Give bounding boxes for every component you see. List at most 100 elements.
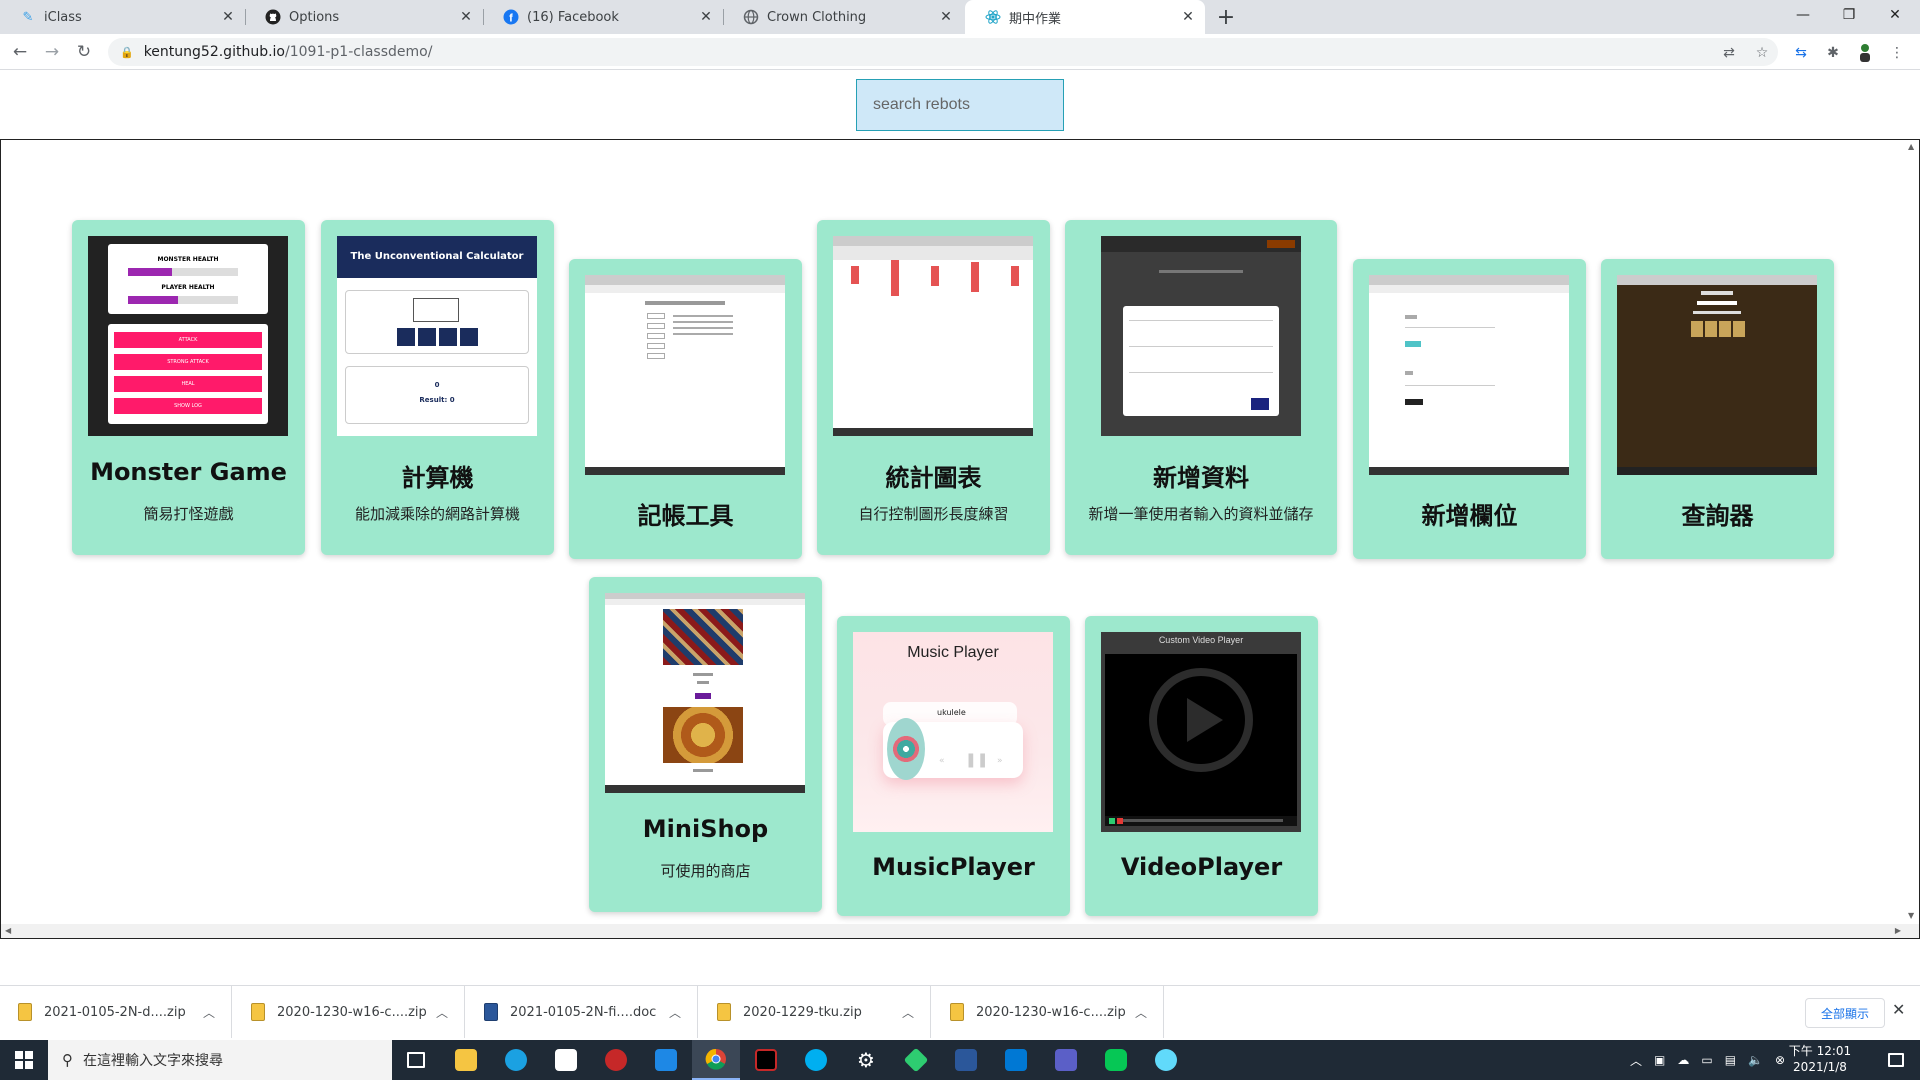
store-icon[interactable]	[542, 1040, 590, 1080]
taskbar-search-placeholder: 在這裡輸入文字來搜尋	[83, 1053, 223, 1069]
card-description: 新增一筆使用者輸入的資料並儲存	[1088, 505, 1314, 523]
chrome-icon[interactable]	[692, 1040, 740, 1080]
tray-device-icon[interactable]: ▣	[1654, 1053, 1665, 1067]
download-item[interactable]: 2021-0105-2N-d....zip ︿	[0, 986, 232, 1038]
chevron-up-icon[interactable]: ︿	[902, 1004, 914, 1021]
translate-extension-icon[interactable]: ⇆	[1790, 42, 1812, 64]
edge-icon[interactable]	[492, 1040, 540, 1080]
download-item[interactable]: 2020-1229-tku.zip ︿	[699, 986, 931, 1038]
word-icon[interactable]	[942, 1040, 990, 1080]
download-filename: 2020-1230-w16-c....zip	[277, 1004, 427, 1020]
download-item[interactable]: 2021-0105-2N-fi....doc ︿	[466, 986, 698, 1038]
minimize-icon[interactable]: —	[1780, 0, 1826, 30]
facebook-icon: f	[503, 9, 519, 25]
card-expense-tool[interactable]: 記帳工具	[569, 259, 802, 559]
download-bar: 2021-0105-2N-d....zip ︿ 2020-1230-w16-c.…	[0, 985, 1920, 1038]
taskbar-clock[interactable]: 下午 12:01 2021/1/8	[1780, 1043, 1860, 1075]
address-bar[interactable]: 🔒 kentung52.github.io/1091-p1-classdemo/	[108, 38, 1778, 66]
back-icon[interactable]: ←	[8, 40, 32, 64]
translate-icon[interactable]: ⇄	[1718, 42, 1740, 64]
new-tab-button[interactable]: +	[1213, 4, 1239, 30]
close-tab-icon[interactable]: ✕	[937, 8, 955, 26]
clock-time: 下午 12:01	[1788, 1044, 1852, 1058]
card-title: VideoPlayer	[1120, 853, 1283, 881]
chevron-up-icon[interactable]: ︿	[436, 1004, 448, 1021]
git-app-icon[interactable]	[892, 1040, 940, 1080]
mail-icon[interactable]	[642, 1040, 690, 1080]
volume-icon[interactable]: 🔈	[1748, 1053, 1763, 1067]
restore-icon[interactable]: ❐	[1826, 0, 1872, 30]
card-query[interactable]: 查詢器	[1601, 259, 1834, 559]
tray-onedrive-icon[interactable]: ☁	[1677, 1053, 1689, 1067]
chart-screenshot	[833, 236, 1033, 436]
zip-file-icon	[18, 1003, 32, 1021]
github-icon	[265, 9, 281, 25]
vertical-scrollbar[interactable]: ▲ ▼	[1905, 140, 1919, 938]
globe-icon	[743, 9, 759, 25]
card-title: MiniShop	[642, 815, 769, 843]
monster-game-screenshot: MONSTER HEALTH PLAYER HEALTH ATTACK STRO…	[88, 236, 288, 436]
card-add-field[interactable]: 新增欄位	[1353, 259, 1586, 559]
tab-iclass[interactable]: ✎ iClass ✕	[0, 0, 246, 34]
download-item[interactable]: 2020-1230-w16-c....zip ︿	[932, 986, 1164, 1038]
tab-active[interactable]: 期中作業 ✕	[965, 0, 1205, 34]
close-tab-icon[interactable]: ✕	[1179, 8, 1197, 26]
play-icon	[1149, 668, 1253, 772]
media-app-icon[interactable]	[742, 1040, 790, 1080]
card-title: Monster Game	[90, 458, 287, 486]
chevron-up-icon[interactable]: ︿	[203, 1004, 215, 1021]
settings-gear-icon[interactable]: ⚙	[842, 1040, 890, 1080]
card-title: MusicPlayer	[872, 853, 1035, 881]
notifications-icon[interactable]	[1872, 1040, 1920, 1080]
teams-icon[interactable]	[1042, 1040, 1090, 1080]
show-all-downloads-button[interactable]: 全部顯示	[1805, 998, 1885, 1028]
close-tab-icon[interactable]: ✕	[219, 8, 237, 26]
card-music-player[interactable]: Music Player ukulele « ❚❚ » MusicPlayer	[837, 616, 1070, 916]
tray-chevron-icon[interactable]: ︿	[1630, 1052, 1642, 1069]
vscode-icon[interactable]	[992, 1040, 1040, 1080]
reload-icon[interactable]: ↻	[72, 40, 96, 64]
game-app-icon[interactable]	[592, 1040, 640, 1080]
tab-crown-clothing[interactable]: Crown Clothing ✕	[723, 0, 963, 34]
tab-label: Options	[289, 9, 340, 25]
battery-icon[interactable]: ▭	[1701, 1053, 1712, 1067]
card-description: 可使用的商店	[660, 862, 751, 880]
download-filename: 2021-0105-2N-d....zip	[44, 1004, 186, 1020]
tab-facebook[interactable]: f (16) Facebook ✕	[483, 0, 724, 34]
profile-avatar[interactable]	[1854, 42, 1876, 64]
chevron-up-icon[interactable]: ︿	[669, 1004, 681, 1021]
react-icon	[985, 9, 1001, 25]
tab-label: Crown Clothing	[767, 9, 867, 25]
skype-icon[interactable]	[792, 1040, 840, 1080]
windows-start-icon[interactable]	[0, 1040, 48, 1080]
card-add-data[interactable]: 新增資料 新增一筆使用者輸入的資料並儲存	[1065, 220, 1337, 555]
horizontal-scrollbar[interactable]: ◀ ▶	[1, 924, 1919, 938]
chevron-up-icon[interactable]: ︿	[1135, 1004, 1147, 1021]
close-tab-icon[interactable]: ✕	[457, 8, 475, 26]
url-path: /1091-p1-classdemo/	[285, 44, 433, 60]
window-close-icon[interactable]: ✕	[1872, 0, 1918, 30]
file-explorer-icon[interactable]	[442, 1040, 490, 1080]
card-minishop[interactable]: MiniShop 可使用的商店	[589, 577, 822, 912]
card-monster-game[interactable]: MONSTER HEALTH PLAYER HEALTH ATTACK STRO…	[72, 220, 305, 555]
card-calculator[interactable]: The Unconventional Calculator 0 Result: …	[321, 220, 554, 555]
line-icon[interactable]	[1092, 1040, 1140, 1080]
taskbar-search-box[interactable]: ⚲ 在這裡輸入文字來搜尋	[48, 1040, 392, 1080]
network-icon[interactable]: ▤	[1725, 1053, 1736, 1067]
forward-icon[interactable]: →	[40, 40, 64, 64]
bookmark-star-icon[interactable]: ☆	[1751, 42, 1773, 64]
close-download-bar-icon[interactable]: ✕	[1892, 1000, 1905, 1019]
extensions-icon[interactable]: ✱	[1822, 42, 1844, 64]
task-view-icon[interactable]	[392, 1040, 440, 1080]
react-app-icon[interactable]	[1142, 1040, 1190, 1080]
search-input[interactable]	[856, 79, 1064, 131]
tab-options[interactable]: Options ✕	[245, 0, 484, 34]
card-video-player[interactable]: Custom Video Player VideoPlayer	[1085, 616, 1318, 916]
url-host: kentung52.github.io	[143, 44, 285, 60]
word-doc-icon	[484, 1003, 498, 1021]
taskbar: ⚲ 在這裡輸入文字來搜尋 ⚙ ︿ ▣ ☁ ▭ ▤ 🔈 ⊗ 下午 12:01 20…	[0, 1040, 1920, 1080]
menu-kebab-icon[interactable]: ⋮	[1886, 42, 1908, 64]
download-item[interactable]: 2020-1230-w16-c....zip ︿	[233, 986, 465, 1038]
close-tab-icon[interactable]: ✕	[697, 8, 715, 26]
card-chart[interactable]: 統計圖表 自行控制圖形長度練習	[817, 220, 1050, 555]
